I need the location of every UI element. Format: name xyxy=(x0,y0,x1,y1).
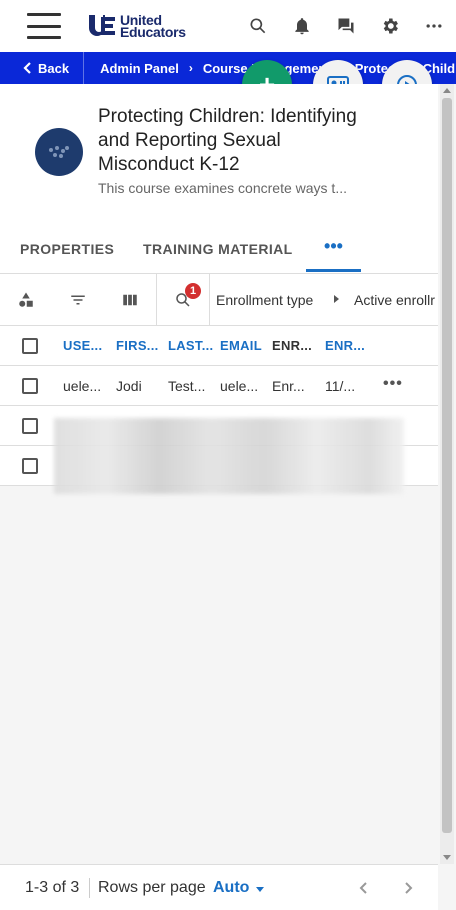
search-filter-badge: 1 xyxy=(185,283,201,299)
chevron-right-icon xyxy=(334,295,339,303)
pagination-footer: 1-3 of 3 Rows per page Auto xyxy=(0,864,438,910)
shapes-icon[interactable] xyxy=(14,288,38,312)
chevron-left-icon xyxy=(23,62,31,74)
course-title: Protecting Children: Identifying and Rep… xyxy=(98,106,357,175)
scroll-down-icon[interactable] xyxy=(443,855,451,860)
next-page-button[interactable] xyxy=(397,877,419,899)
filter-icon[interactable] xyxy=(66,288,90,312)
tab-more[interactable]: ••• xyxy=(306,236,361,272)
column-header-username[interactable]: USE... xyxy=(63,338,102,353)
column-header-enrollment[interactable]: ENR... xyxy=(272,338,312,353)
row-checkbox[interactable] xyxy=(22,458,38,474)
cell-last-name: Test... xyxy=(168,378,206,394)
logo[interactable]: United Educators xyxy=(87,13,186,40)
table-toolbar: 1 Enrollment type Active enrollr xyxy=(0,274,438,326)
course-description: This course examines concrete ways t... xyxy=(98,180,347,196)
column-header-last-name[interactable]: LAST... xyxy=(168,338,213,353)
table-header-row: USE... FIRS... LAST... EMAIL ENR... ENR.… xyxy=(0,326,438,366)
logo-line-2: Educators xyxy=(120,23,186,40)
chevron-left-icon xyxy=(359,882,367,894)
table-row[interactable]: uele... Jodi Test... uele... Enr... 11/.… xyxy=(0,366,438,406)
cell-username: uele... xyxy=(63,378,102,394)
tab-bar: PROPERTIES TRAINING MATERIAL ••• xyxy=(0,214,438,274)
tab-training-material[interactable]: TRAINING MATERIAL xyxy=(143,241,293,257)
column-header-enrollment-date[interactable]: ENR... xyxy=(325,338,365,353)
toolbar-divider xyxy=(156,274,157,326)
search-icon[interactable] xyxy=(236,4,280,48)
redacted-rows xyxy=(54,418,404,494)
toolbar-divider xyxy=(209,274,210,326)
breadcrumb-item-admin-panel[interactable]: Admin Panel xyxy=(84,61,185,76)
hamburger-icon[interactable] xyxy=(27,13,61,39)
filter-chip-active-enrollment[interactable]: Active enrollr xyxy=(354,292,435,308)
tab-properties[interactable]: PROPERTIES xyxy=(20,241,114,257)
pagination-divider xyxy=(89,878,90,898)
logo-text: United Educators xyxy=(120,13,186,40)
scrollbar-thumb[interactable] xyxy=(442,98,452,833)
pagination-count: 1-3 of 3 xyxy=(25,879,80,896)
chevron-right-icon xyxy=(405,882,413,894)
gear-icon[interactable] xyxy=(368,4,412,48)
top-header: United Educators xyxy=(0,0,456,52)
column-header-first-name[interactable]: FIRS... xyxy=(116,338,159,353)
filter-chip-enrollment-type[interactable]: Enrollment type xyxy=(216,292,313,308)
caret-down-icon xyxy=(256,887,264,892)
bell-icon[interactable] xyxy=(280,4,324,48)
cell-email: uele... xyxy=(220,378,259,394)
row-more-button[interactable]: ••• xyxy=(383,375,403,393)
select-all-checkbox[interactable] xyxy=(22,338,38,354)
course-header: Protecting Children: Identifying and Rep… xyxy=(0,84,438,214)
back-button[interactable]: Back xyxy=(0,52,85,84)
course-avatar-icon xyxy=(35,128,83,176)
cell-first-name: Jodi xyxy=(116,378,142,394)
logo-mark-icon xyxy=(89,15,115,36)
more-horizontal-icon[interactable] xyxy=(412,4,456,48)
row-checkbox[interactable] xyxy=(22,378,38,394)
scroll-up-icon[interactable] xyxy=(443,88,451,93)
rows-per-page-select[interactable]: Auto xyxy=(213,879,249,897)
back-label: Back xyxy=(38,60,70,76)
cell-enrollment: Enr... xyxy=(272,378,305,394)
column-header-email[interactable]: EMAIL xyxy=(220,338,262,353)
previous-page-button[interactable] xyxy=(353,877,375,899)
row-checkbox[interactable] xyxy=(22,418,38,434)
rows-per-page-label: Rows per page xyxy=(98,879,206,896)
breadcrumb-separator-icon: › xyxy=(188,61,193,75)
columns-icon[interactable] xyxy=(118,288,142,312)
chat-icon[interactable] xyxy=(324,4,368,48)
vertical-scrollbar[interactable] xyxy=(440,84,454,864)
cell-enrollment-date: 11/... xyxy=(325,378,356,394)
